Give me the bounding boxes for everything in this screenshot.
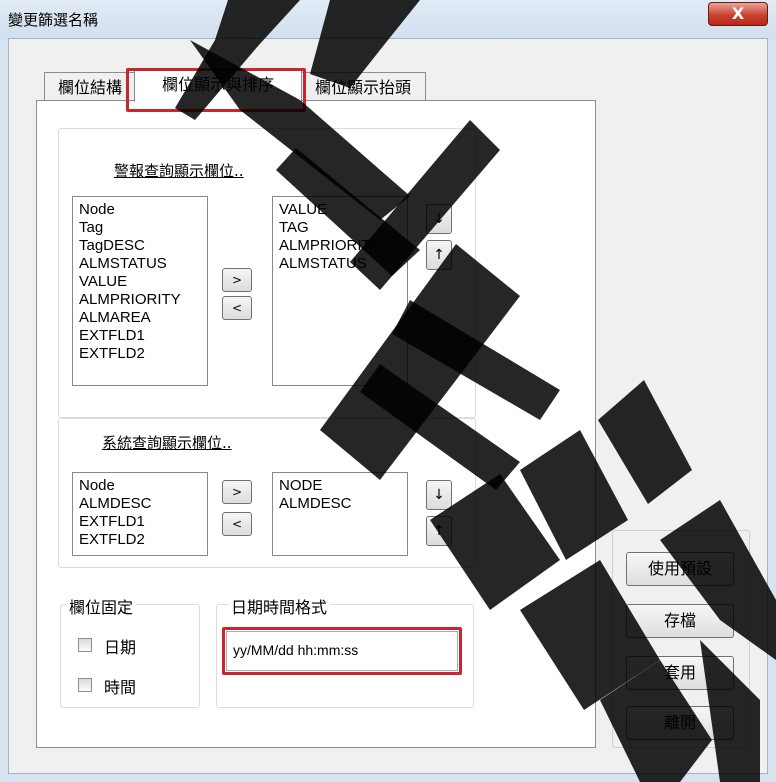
dialog-window: 變更篩選名稱 X 欄位結構 欄位顯示與排序 欄位顯示抬頭 警報查詢顯示欄位.. … [0, 0, 776, 782]
datetime-format-legend: 日期時間格式 [228, 594, 331, 618]
date-checkbox-label: 日期 [104, 638, 137, 657]
list-item[interactable]: Tag [79, 219, 207, 237]
list-item[interactable]: TAG [279, 219, 407, 237]
use-default-button[interactable]: 使用預設 [626, 552, 734, 586]
alarm-move-up-button[interactable]: ↑ [426, 240, 452, 270]
date-checkbox[interactable] [78, 638, 92, 652]
list-item[interactable]: Node [79, 477, 207, 495]
list-item[interactable]: EXTFLD2 [79, 345, 207, 363]
system-available-list[interactable]: Node ALMDESC EXTFLD1 EXTFLD2 [72, 472, 208, 556]
list-item[interactable]: TagDESC [79, 237, 207, 255]
close-button[interactable]: X [708, 2, 768, 26]
list-item[interactable]: NODE [279, 477, 407, 495]
system-add-button[interactable]: > [222, 480, 252, 504]
datetime-highlight [222, 627, 462, 675]
list-item[interactable]: EXTFLD1 [79, 327, 207, 345]
tab-field-structure[interactable]: 欄位結構 [44, 72, 136, 102]
list-item[interactable]: ALMSTATUS [279, 255, 407, 273]
time-checkbox[interactable] [78, 678, 92, 692]
list-item[interactable]: ALMPRIORITY [79, 291, 207, 309]
alarm-section-title: 警報查詢顯示欄位.. [114, 162, 244, 180]
title-bar: 變更篩選名稱 X [0, 0, 776, 38]
system-move-up-button[interactable]: ↑ [426, 516, 452, 546]
list-item[interactable]: ALMDESC [279, 495, 407, 513]
apply-button[interactable]: 套用 [626, 656, 734, 690]
save-button[interactable]: 存檔 [626, 604, 734, 638]
list-item[interactable]: EXTFLD1 [79, 513, 207, 531]
window-title: 變更篩選名稱 [8, 11, 99, 29]
system-move-down-button[interactable]: ↓ [426, 480, 452, 510]
list-item[interactable]: EXTFLD2 [79, 531, 207, 549]
system-section-title: 系統查詢顯示欄位.. [102, 434, 232, 452]
list-item[interactable]: Node [79, 201, 207, 219]
list-item[interactable]: VALUE [79, 273, 207, 291]
alarm-available-list[interactable]: Node Tag TagDESC ALMSTATUS VALUE ALMPRIO… [72, 196, 208, 386]
list-item[interactable]: ALMPRIORITY [279, 237, 407, 255]
list-item[interactable]: ALMAREA [79, 309, 207, 327]
alarm-add-button[interactable]: > [222, 268, 252, 292]
list-item[interactable]: ALMDESC [79, 495, 207, 513]
system-remove-button[interactable]: < [222, 512, 252, 536]
tab-highlight [126, 68, 306, 112]
exit-button[interactable]: 離開 [626, 706, 734, 740]
fixed-columns-legend: 欄位固定 [66, 594, 137, 618]
time-checkbox-label: 時間 [104, 678, 137, 697]
alarm-remove-button[interactable]: < [222, 296, 252, 320]
list-item[interactable]: ALMSTATUS [79, 255, 207, 273]
alarm-selected-list[interactable]: VALUE TAG ALMPRIORITY ALMSTATUS [272, 196, 408, 386]
system-selected-list[interactable]: NODE ALMDESC [272, 472, 408, 556]
list-item[interactable]: VALUE [279, 201, 407, 219]
alarm-move-down-button[interactable]: ↓ [426, 204, 452, 234]
tab-field-header[interactable]: 欄位顯示抬頭 [300, 72, 426, 102]
